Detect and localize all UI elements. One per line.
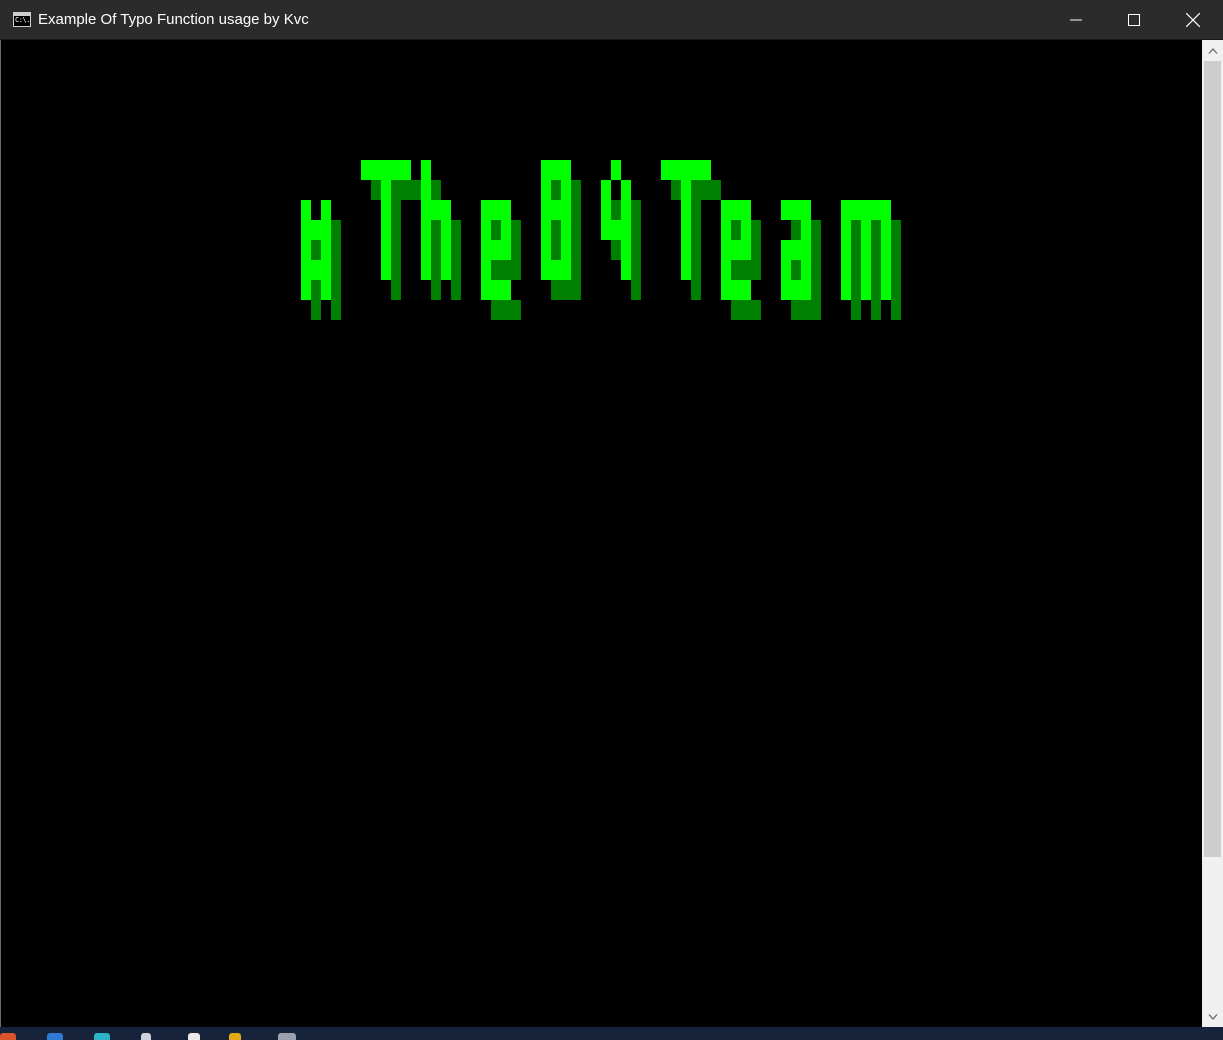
maximize-icon: [1128, 14, 1140, 26]
taskbar-app-icon-2[interactable]: [47, 1033, 63, 1040]
ascii-art-banner: [301, 160, 901, 320]
console-icon[interactable]: C:\.: [13, 12, 31, 27]
taskbar-app-icon-5[interactable]: [188, 1033, 200, 1040]
scrollbar-thumb[interactable]: [1204, 61, 1221, 857]
minimize-button[interactable]: [1047, 0, 1105, 40]
console-icon-text: C:\.: [15, 16, 30, 24]
scroll-down-button[interactable]: [1202, 1006, 1223, 1027]
close-button[interactable]: [1163, 0, 1223, 40]
minimize-icon: [1070, 19, 1082, 21]
taskbar-app-icon-7[interactable]: [278, 1033, 296, 1040]
window-title: Example Of Typo Function usage by Kvc: [38, 11, 309, 28]
vertical-scrollbar[interactable]: [1202, 40, 1223, 1027]
maximize-button[interactable]: [1105, 0, 1163, 40]
taskbar-app-icon-1[interactable]: [0, 1033, 16, 1040]
taskbar-app-icon-3[interactable]: [94, 1033, 110, 1040]
taskbar: [0, 1027, 1223, 1040]
console-area[interactable]: [1, 40, 1202, 1027]
taskbar-app-icon-6[interactable]: [229, 1033, 241, 1040]
window-titlebar[interactable]: C:\. Example Of Typo Function usage by K…: [0, 0, 1223, 40]
taskbar-app-icon-4[interactable]: [141, 1033, 151, 1040]
art-bright-layer: [301, 160, 891, 300]
close-icon: [1186, 13, 1200, 27]
scroll-up-button[interactable]: [1202, 40, 1223, 61]
scroll-up-arrow-icon: [1208, 47, 1217, 54]
scroll-down-arrow-icon: [1208, 1013, 1217, 1020]
